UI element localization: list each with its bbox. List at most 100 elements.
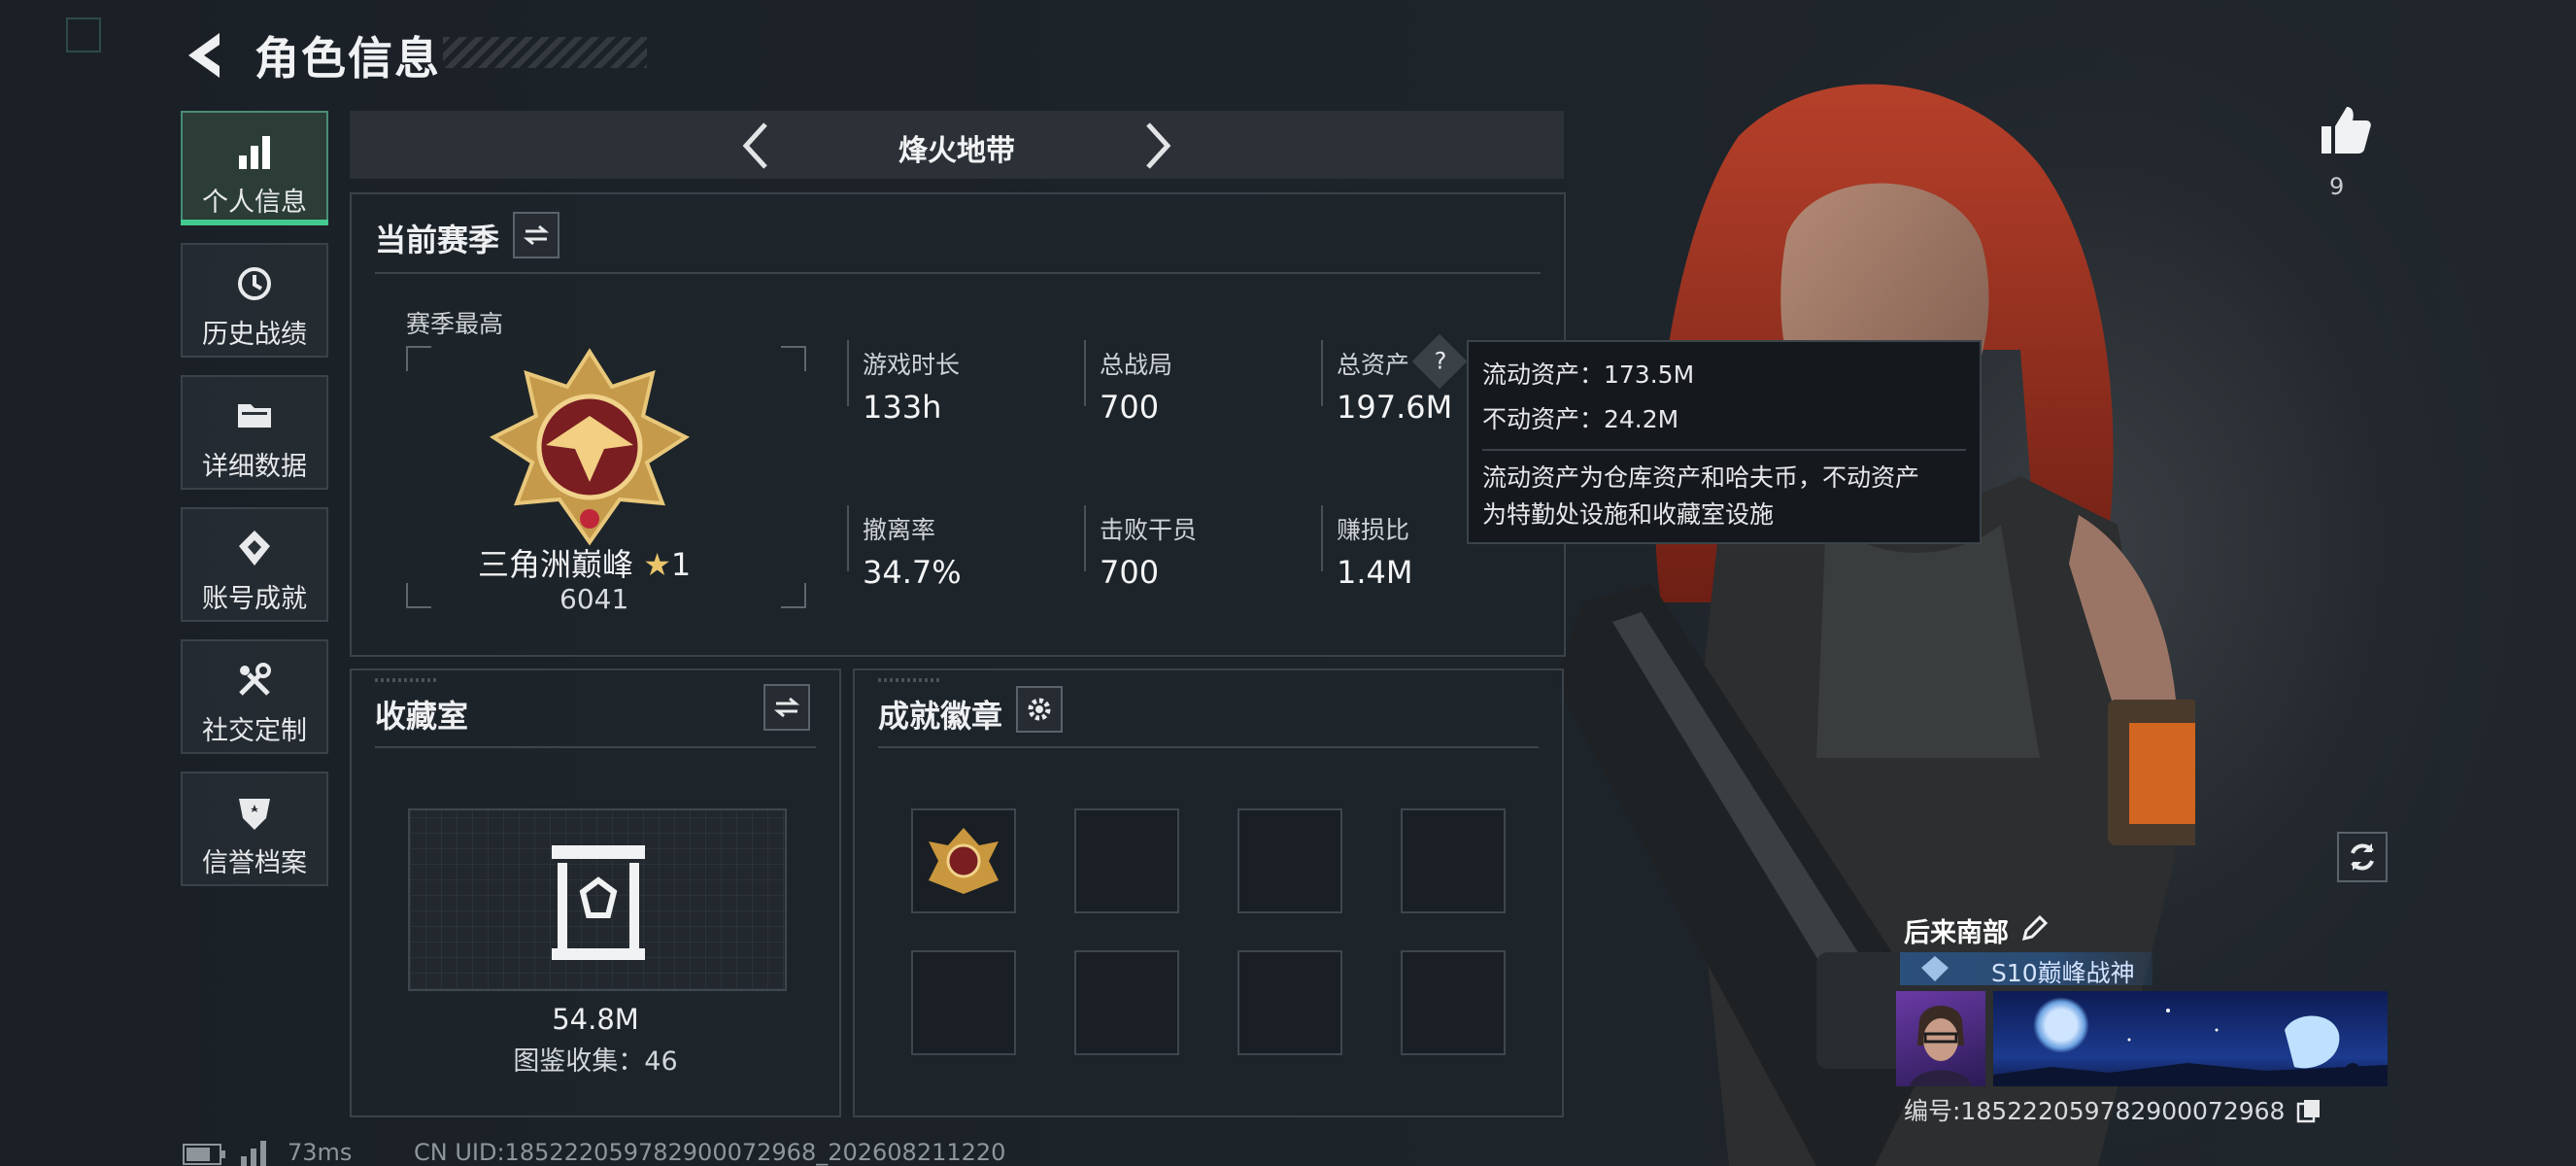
- badge-slot[interactable]: [1074, 950, 1179, 1055]
- sidebar-item-label: 社交定制: [202, 716, 307, 746]
- sidebar-item-credit-file[interactable]: 信誉档案: [181, 772, 328, 886]
- chevron-right-icon[interactable]: [1138, 120, 1177, 171]
- rank-emblem-icon: [489, 348, 691, 546]
- achievement-diamond-icon: [239, 531, 270, 566]
- badge-slot[interactable]: [911, 808, 1016, 913]
- frame-corner: [781, 583, 806, 608]
- ping-text: 73ms: [288, 1139, 353, 1166]
- thumbs-up-icon[interactable]: [2318, 103, 2372, 157]
- sidebar-item-personal-info[interactable]: 个人信息: [181, 111, 328, 225]
- stat-divider: [1321, 340, 1323, 406]
- stat-divider: [847, 340, 849, 406]
- history-clock-icon: [238, 267, 271, 300]
- stat-value: 197.6M: [1337, 389, 1453, 426]
- title-decoration: [443, 37, 647, 68]
- refresh-icon: [2351, 843, 2374, 871]
- gear-icon: [1028, 698, 1051, 721]
- stat-label: 总资产: [1337, 351, 1410, 379]
- asset-tooltip: 流动资产：173.5M 不动资产：24.2M 流动资产为仓库资产和哈夫币，不动资…: [1467, 340, 1982, 544]
- panel-divider: [878, 746, 1539, 748]
- sidebar-item-history[interactable]: 历史战绩: [181, 243, 328, 358]
- collection-title: 收藏室: [375, 698, 469, 735]
- stat-divider: [1084, 505, 1086, 571]
- title-emblem-icon: [1921, 956, 1949, 981]
- season-panel: 当前赛季 赛季最高 三角洲巅峰 ★1 6041 游戏时长 133h 总战局 70…: [350, 192, 1566, 657]
- season-switch-button[interactable]: [513, 212, 559, 258]
- panel-divider: [375, 272, 1541, 274]
- bar-chart-icon: [239, 136, 270, 169]
- stat-label: 游戏时长: [863, 351, 961, 379]
- night-sky-banner: [1993, 1009, 2388, 1086]
- cn-uid-text: CN UID:18522205978290007296​8_2026082112…: [414, 1139, 1006, 1166]
- eagle-badge-icon: [929, 828, 999, 894]
- achievements-panel: 成就徽章: [853, 669, 1564, 1117]
- refresh-button[interactable]: [2337, 832, 2388, 882]
- stat-value: 133h: [863, 389, 942, 426]
- sidebar-item-label: 信誉档案: [202, 848, 307, 878]
- tooltip-divider: [1482, 449, 1966, 451]
- collection-panel: 收藏室 54.8M 图鉴收集：46: [350, 669, 841, 1117]
- tooltip-desc-line1: 流动资产为仓库资产和哈夫币，不动资产: [1482, 463, 1920, 492]
- player-title-text: S10巅峰战神: [1991, 959, 2135, 987]
- badge-slot[interactable]: [911, 950, 1016, 1055]
- folder-icon: [238, 404, 271, 428]
- signal-icon: [241, 1141, 266, 1166]
- rank-name: 三角洲巅峰: [478, 546, 634, 583]
- badge-slot[interactable]: [1401, 808, 1506, 913]
- player-uid-text: 编号:18522205978290007296​8: [1904, 1097, 2286, 1125]
- achievements-title: 成就徽章: [878, 698, 1003, 735]
- player-name: 后来南部: [1904, 918, 2009, 948]
- frame-corner: [406, 583, 431, 608]
- collection-preview[interactable]: [408, 808, 787, 991]
- player-uid: 编号:18522205978290007296​8: [1904, 1092, 2322, 1127]
- stat-value: 34.7%: [863, 554, 962, 591]
- sidebar-item-label: 账号成就: [202, 584, 307, 614]
- page-title: 角色信息: [254, 32, 441, 85]
- season-best-label: 赛季最高: [406, 310, 504, 338]
- swap-icon: [773, 697, 800, 718]
- tooltip-fixed: 不动资产：24.2M: [1482, 405, 1679, 433]
- stat-value: 1.4M: [1337, 554, 1413, 591]
- sidebar-item-social-custom[interactable]: 社交定制: [181, 639, 328, 754]
- edit-pencil-icon[interactable]: [2020, 913, 2050, 943]
- sidebar-item-achievements[interactable]: 账号成就: [181, 507, 328, 622]
- achievements-settings-button[interactable]: [1016, 686, 1063, 733]
- corner-marker: [66, 17, 101, 52]
- rank-name-row: 三角洲巅峰 ★1: [478, 540, 691, 585]
- badge-slot[interactable]: [1074, 808, 1179, 913]
- sidebar-item-label: 详细数据: [202, 452, 307, 482]
- sidebar-item-label: 个人信息: [202, 188, 307, 218]
- stat-label: 总战局: [1100, 351, 1173, 379]
- rank-stars: 1: [670, 546, 692, 583]
- panel-decoration: [375, 678, 437, 682]
- sidebar-item-detail-data[interactable]: 详细数据: [181, 375, 328, 490]
- tooltip-desc-line2: 为特勤处设施和收藏室设施: [1482, 500, 1775, 529]
- rank-score: 6041: [559, 583, 629, 615]
- tooltip-liquid: 流动资产：173.5M: [1482, 360, 1695, 389]
- back-arrow-icon[interactable]: [181, 27, 229, 84]
- swap-icon: [523, 224, 550, 246]
- copy-icon[interactable]: [2296, 1098, 2322, 1123]
- badge-slot[interactable]: [1401, 950, 1506, 1055]
- star-icon: ★: [643, 546, 671, 583]
- collection-case-icon: [552, 845, 645, 960]
- collection-switch-button[interactable]: [763, 684, 810, 731]
- avatar[interactable]: [1896, 991, 1985, 1086]
- collection-value: 54.8M: [552, 1003, 639, 1036]
- sidebar-item-label: 历史战绩: [202, 320, 307, 350]
- player-title-badge: S10巅峰战神: [1900, 952, 2152, 987]
- stat-label: 赚损比: [1337, 516, 1410, 544]
- stat-value: 700: [1100, 389, 1160, 426]
- avatar-portrait-icon: [1910, 1006, 1972, 1086]
- battery-icon: [183, 1144, 225, 1165]
- frame-corner: [781, 346, 806, 371]
- stat-divider: [1321, 505, 1323, 571]
- like-count: 9: [2329, 173, 2345, 200]
- badge-slot[interactable]: [1237, 950, 1342, 1055]
- shield-star-icon: [239, 799, 270, 830]
- profile-banner: [1993, 991, 2388, 1086]
- help-icon[interactable]: ?: [1411, 333, 1468, 390]
- stat-divider: [1084, 340, 1086, 406]
- badge-slot[interactable]: [1237, 808, 1342, 913]
- panel-divider: [375, 746, 816, 748]
